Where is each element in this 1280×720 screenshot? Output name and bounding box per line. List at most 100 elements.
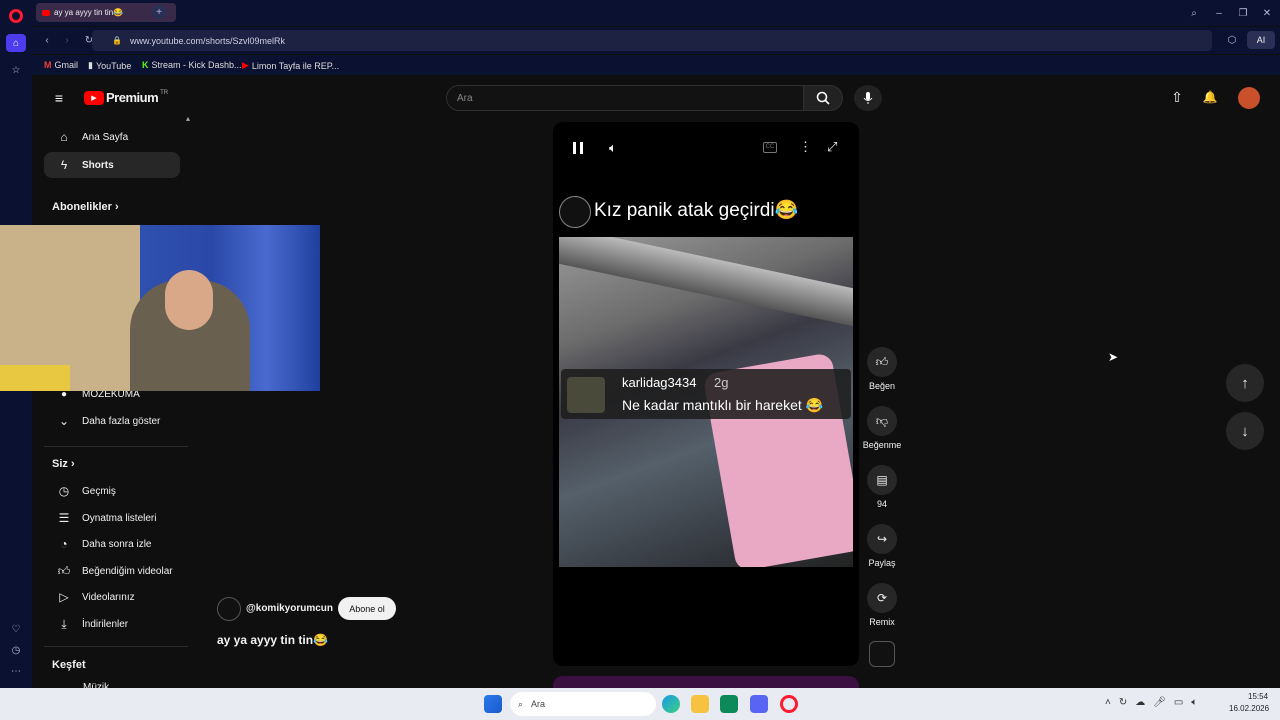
tab-bar: ay ya ayyy tin tin😂 + ⌕ – ❐ ✕: [32, 0, 1280, 26]
show-more-button[interactable]: ⌄ Daha fazla göster: [44, 408, 180, 434]
ai-button[interactable]: AI: [1247, 31, 1275, 49]
comment-user: karlidag3434: [622, 375, 697, 390]
gmail-icon: M: [44, 60, 52, 70]
arrow-up-icon: ↑: [1241, 374, 1249, 392]
channel-name[interactable]: @komikyorumcun: [246, 603, 333, 614]
taskbar-search[interactable]: ⌕ Ara: [510, 692, 656, 716]
search-icon: ⌕: [518, 698, 524, 709]
url-field[interactable]: 🔒 www.youtube.com/shorts/Szvl09melRk: [92, 30, 1212, 51]
explore-header: Keşfet: [52, 659, 86, 671]
short-title: ay ya ayyy tin tin😂: [217, 633, 328, 647]
dislike-button[interactable]: 👎︎ Beğenme: [857, 406, 907, 450]
url-text: www.youtube.com/shorts/Szvl09melRk: [130, 35, 286, 46]
search-icon: [816, 91, 830, 105]
remix-icon: ⟳: [867, 583, 897, 613]
discord-icon[interactable]: [750, 695, 768, 713]
history-icon[interactable]: ◷: [9, 643, 23, 657]
opera-logo-icon[interactable]: [9, 9, 23, 23]
home-icon[interactable]: ⌂: [6, 34, 26, 52]
upload-icon[interactable]: ⇧: [1170, 89, 1184, 105]
avatar[interactable]: [1238, 87, 1260, 109]
you-header[interactable]: Siz ›: [52, 458, 75, 470]
thumbs-up-icon: 👍︎: [867, 347, 897, 377]
clock-date[interactable]: 16.02.2026: [1229, 704, 1269, 713]
volume-icon[interactable]: 🔈︎: [609, 140, 617, 156]
minimize-icon[interactable]: –: [1212, 6, 1226, 20]
remix-button[interactable]: ⟳ Remix: [857, 583, 907, 627]
sidebar-item-shorts[interactable]: ϟ Shorts: [44, 152, 180, 178]
edge-icon[interactable]: [662, 695, 680, 713]
new-tab-icon[interactable]: +: [152, 5, 166, 19]
windows-start-icon[interactable]: [484, 695, 502, 713]
next-short-button[interactable]: ↓: [1226, 412, 1264, 450]
subscriptions-header[interactable]: Abonelikler ›: [52, 201, 119, 213]
pause-icon[interactable]: [573, 142, 583, 154]
search-button[interactable]: [803, 85, 843, 111]
video-bar: [559, 237, 853, 327]
sidebar-item-playlists[interactable]: ☰ Oynatma listeleri: [44, 505, 180, 531]
like-button[interactable]: 👍︎ Beğen: [857, 347, 907, 391]
file-explorer-icon[interactable]: [691, 695, 709, 713]
shorts-icon: ϟ: [60, 158, 68, 172]
app-icon[interactable]: [720, 695, 738, 713]
search-tabs-icon[interactable]: ⌕: [1187, 6, 1201, 20]
home-icon: ⌂: [60, 130, 68, 144]
star-icon[interactable]: ☆: [9, 63, 23, 77]
menu-icon[interactable]: ≡: [52, 90, 66, 106]
taskbar: ⌕ Ara ˄↻☁🎤︎▭🔈︎ 15:54 16.02.2026: [0, 688, 1280, 720]
bookmark-kick[interactable]: K Stream - Kick Dashb...: [142, 60, 242, 70]
youtube-play-icon: ▶: [84, 90, 104, 105]
playlist-icon: ☰: [58, 511, 70, 525]
youtube-favicon-icon: [42, 9, 50, 16]
webcam-face: [165, 270, 213, 330]
close-icon[interactable]: ✕: [1260, 6, 1274, 20]
overlay-title: Kız panik atak geçirdi😂: [594, 200, 799, 221]
back-icon[interactable]: ‹: [40, 33, 54, 47]
more-icon[interactable]: ⋯: [9, 664, 23, 678]
heart-icon[interactable]: ♡: [9, 622, 23, 636]
sidebar-item-history[interactable]: ◷ Geçmiş: [44, 478, 180, 504]
audio-track-avatar[interactable]: [869, 641, 895, 667]
sidebar-item-watch-later[interactable]: ◔ Daha sonra izle: [44, 531, 180, 557]
captions-icon[interactable]: CC: [763, 142, 777, 153]
bookmark-limon[interactable]: ▶ Limon Tayfa ile REP...: [242, 60, 339, 71]
fullscreen-icon[interactable]: ⤢: [827, 139, 837, 155]
comment-card: karlidag3434 2g Ne kadar mantıklı bir ha…: [561, 369, 851, 419]
sidebar-item-liked[interactable]: 👍︎ Beğendiğim videolar: [44, 558, 180, 584]
mic-icon: [863, 92, 873, 104]
sidebar-item-your-videos[interactable]: ▷ Videolarınız: [44, 584, 180, 610]
share-icon: ↪: [867, 524, 897, 554]
sidebar-item-home[interactable]: ⌂ Ana Sayfa: [44, 124, 180, 150]
opera-icon[interactable]: [780, 695, 798, 713]
scroll-up-icon[interactable]: ▴: [186, 114, 190, 123]
sidebar-divider: [44, 646, 188, 647]
clock-time[interactable]: 15:54: [1248, 692, 1268, 701]
extension-icon[interactable]: ⬡: [1225, 33, 1239, 47]
search-input[interactable]: Ara: [446, 85, 804, 111]
previous-short-button[interactable]: ↑: [1226, 364, 1264, 402]
channel-avatar[interactable]: [217, 597, 241, 621]
bookmark-gmail[interactable]: M Gmail: [44, 60, 78, 70]
history-icon: ◷: [58, 484, 70, 498]
comments-button[interactable]: ▤ 94: [857, 465, 907, 509]
download-icon: ⤓: [61, 616, 67, 631]
tray-icons[interactable]: ˄↻☁🎤︎▭🔈︎: [1105, 697, 1205, 708]
commenter-avatar: [567, 377, 605, 413]
arrow-down-icon: ↓: [1241, 422, 1249, 440]
comment-icon: ▤: [867, 465, 897, 495]
shorts-player[interactable]: 🔈︎ CC ⋮ ⤢ Kız panik atak geçirdi😂 karlid…: [553, 122, 859, 666]
channel-logo-overlay: [559, 196, 591, 228]
bell-icon[interactable]: 🔔: [1203, 90, 1218, 104]
more-options-icon[interactable]: ⋮: [799, 139, 812, 155]
restore-icon[interactable]: ❐: [1236, 6, 1250, 20]
bookmark-youtube[interactable]: ▮ YouTube: [88, 60, 131, 71]
share-button[interactable]: ↪ Paylaş: [857, 524, 907, 568]
subscribe-button[interactable]: Abone ol: [338, 597, 396, 620]
mouse-cursor-icon: ➤: [1108, 350, 1119, 364]
lock-icon: 🔒: [112, 36, 122, 45]
address-bar-row: ‹ › ↻ 🔒 www.youtube.com/shorts/Szvl09mel…: [32, 27, 1280, 54]
voice-search-button[interactable]: [854, 85, 882, 111]
forward-icon[interactable]: ›: [60, 33, 74, 47]
youtube-logo[interactable]: ▶ Premium TR: [84, 90, 168, 105]
sidebar-item-downloads[interactable]: ⤓ İndirilenler: [44, 611, 180, 637]
